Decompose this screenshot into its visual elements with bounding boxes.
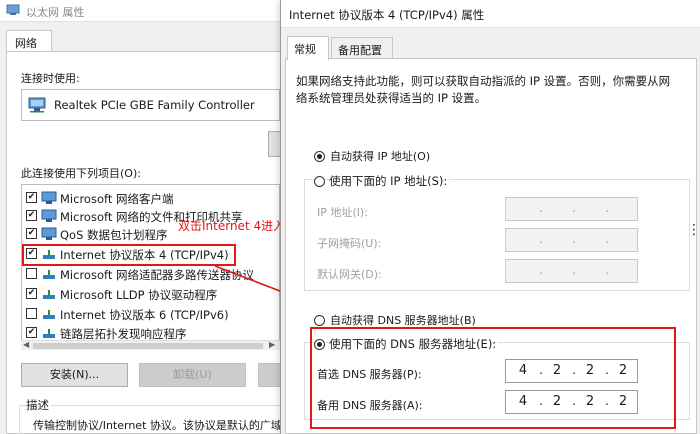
auto-ip-label: 自动获得 IP 地址(O) <box>330 150 431 163</box>
gw-dot-2: . <box>572 263 576 277</box>
auto-ip-radio[interactable] <box>314 151 325 162</box>
intro-text: 如果网络支持此功能，则可以获取自动指派的 IP 设置。否则，你需要从网 络系统管… <box>296 73 686 107</box>
dns-highlight-box <box>310 327 676 429</box>
gateway-label: 默认网关(D): <box>317 268 382 281</box>
general-tab-panel: 如果网络支持此功能，则可以获取自动指派的 IP 设置。否则，你需要从网 络系统管… <box>285 58 697 434</box>
tab-alternate-config[interactable]: 备用配置 <box>331 37 393 59</box>
intro-line-2: 络系统管理员处获得适当的 IP 设置。 <box>296 91 487 105</box>
more-options-icon: ⋮ <box>687 222 700 238</box>
gw-dot-1: . <box>539 263 543 277</box>
mask-dot-3: . <box>605 232 609 246</box>
auto-dns-radio[interactable] <box>314 315 325 326</box>
ip-dot-2: . <box>572 201 576 215</box>
dialog-titlebar: Internet 协议版本 4 (TCP/IPv4) 属性 <box>281 0 700 28</box>
mask-dot-2: . <box>572 232 576 246</box>
intro-line-1: 如果网络支持此功能，则可以获取自动指派的 IP 设置。否则，你需要从网 <box>296 74 671 88</box>
subnet-mask-label: 子网掩码(U): <box>317 237 382 250</box>
tab-general[interactable]: 常规 <box>287 36 329 60</box>
ip-address-input[interactable]: . . . <box>505 197 638 221</box>
ip-dot-3: . <box>605 201 609 215</box>
auto-dns-label: 自动获得 DNS 服务器地址(B) <box>330 314 476 327</box>
ip-dot-1: . <box>539 201 543 215</box>
mask-dot-1: . <box>539 232 543 246</box>
gateway-input[interactable]: . . . <box>505 259 638 283</box>
ipv4-properties-dialog: Internet 协议版本 4 (TCP/IPv4) 属性 常规 备用配置 如果… <box>280 0 700 434</box>
manual-ip-label: 使用下面的 IP 地址(S): <box>329 173 450 189</box>
tab-general-label: 常规 <box>294 43 316 56</box>
subnet-mask-input[interactable]: . . . <box>505 228 638 252</box>
gw-dot-3: . <box>605 263 609 277</box>
manual-ip-radio[interactable] <box>314 176 325 187</box>
tab-alternate-config-label: 备用配置 <box>338 44 382 57</box>
dialog-title: Internet 协议版本 4 (TCP/IPv4) 属性 <box>289 8 485 22</box>
ip-address-label: IP 地址(I): <box>317 206 368 219</box>
